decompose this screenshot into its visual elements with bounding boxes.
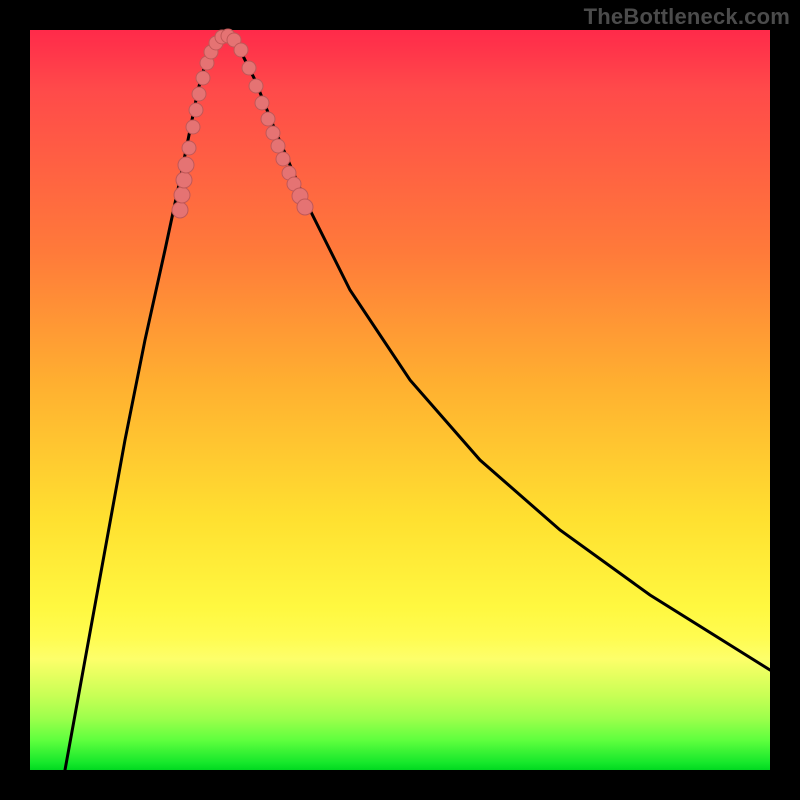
data-dot <box>276 152 290 166</box>
data-dot <box>186 120 200 134</box>
data-dot <box>196 71 210 85</box>
watermark-text: TheBottleneck.com <box>584 4 790 30</box>
curve-right <box>230 32 770 670</box>
data-dot <box>176 172 192 188</box>
curve-left <box>65 32 220 770</box>
chart-svg <box>30 30 770 770</box>
data-dot <box>174 187 190 203</box>
data-dot <box>172 202 188 218</box>
data-dot <box>271 139 285 153</box>
data-dot <box>182 141 196 155</box>
outer-frame: TheBottleneck.com <box>0 0 800 800</box>
data-dot <box>261 112 275 126</box>
data-dot <box>192 87 206 101</box>
data-dot <box>255 96 269 110</box>
data-dot <box>178 157 194 173</box>
data-dot <box>249 79 263 93</box>
data-dot <box>234 43 248 57</box>
data-dot <box>242 61 256 75</box>
data-dot <box>297 199 313 215</box>
data-dot <box>266 126 280 140</box>
data-dot <box>189 103 203 117</box>
plot-area <box>30 30 770 770</box>
